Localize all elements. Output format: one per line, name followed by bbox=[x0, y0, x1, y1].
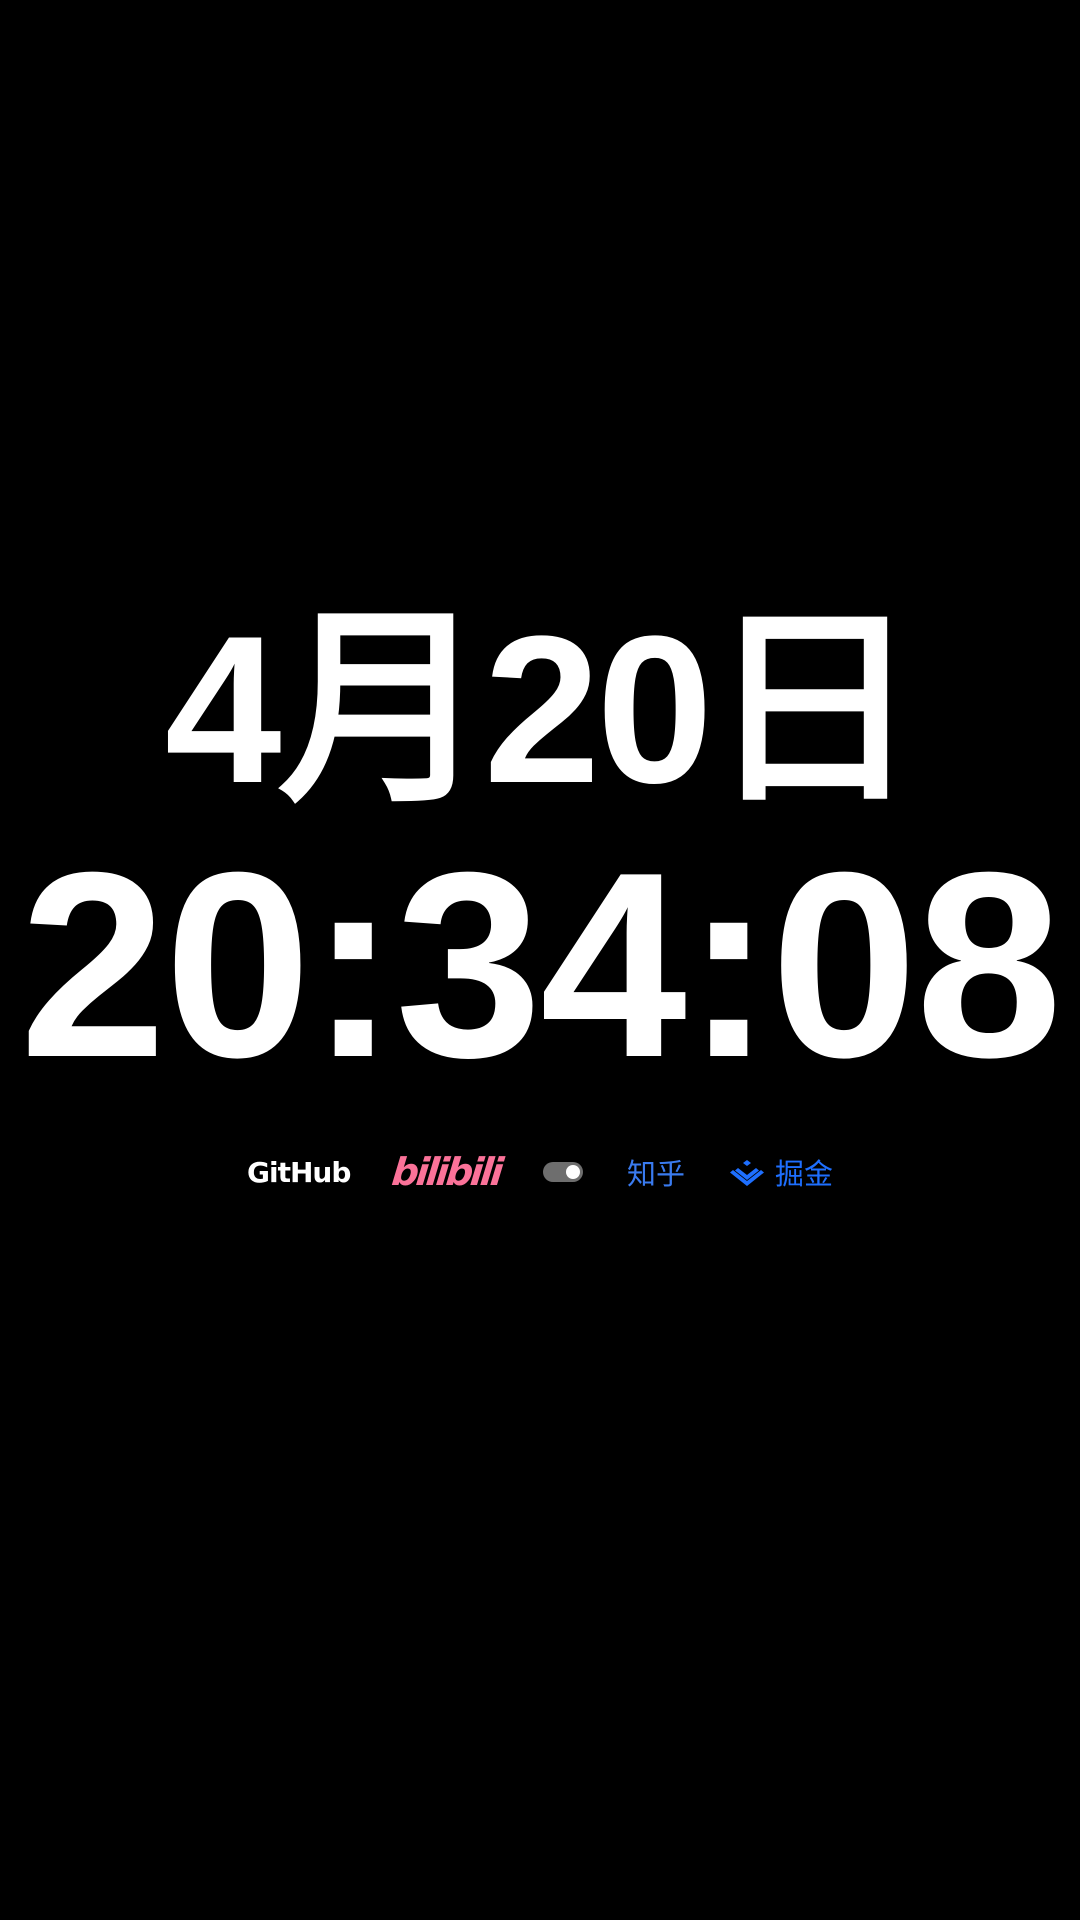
date-text: 4月20日 bbox=[164, 592, 919, 827]
zhihu-link[interactable]: 知乎 bbox=[627, 1151, 685, 1193]
clock-display: 4月20日 20:34:08 bbox=[0, 600, 1080, 1100]
github-link[interactable]: GitHub bbox=[247, 1155, 351, 1189]
zhihu-label: 知乎 bbox=[626, 1157, 685, 1191]
link-bar: GitHub bilibili 知乎 掘金 bbox=[0, 1148, 1080, 1196]
time-text: 20:34:08 bbox=[19, 817, 1063, 1112]
bilibili-label: bilibili bbox=[390, 1150, 504, 1194]
toggle-knob bbox=[565, 1165, 580, 1179]
theme-toggle[interactable] bbox=[542, 1162, 583, 1182]
juejin-link[interactable]: 掘金 bbox=[729, 1151, 833, 1193]
github-label: GitHub bbox=[247, 1155, 351, 1189]
juejin-icon bbox=[729, 1157, 765, 1187]
bilibili-link[interactable]: bilibili bbox=[390, 1150, 503, 1194]
juejin-label: 掘金 bbox=[774, 1157, 833, 1191]
